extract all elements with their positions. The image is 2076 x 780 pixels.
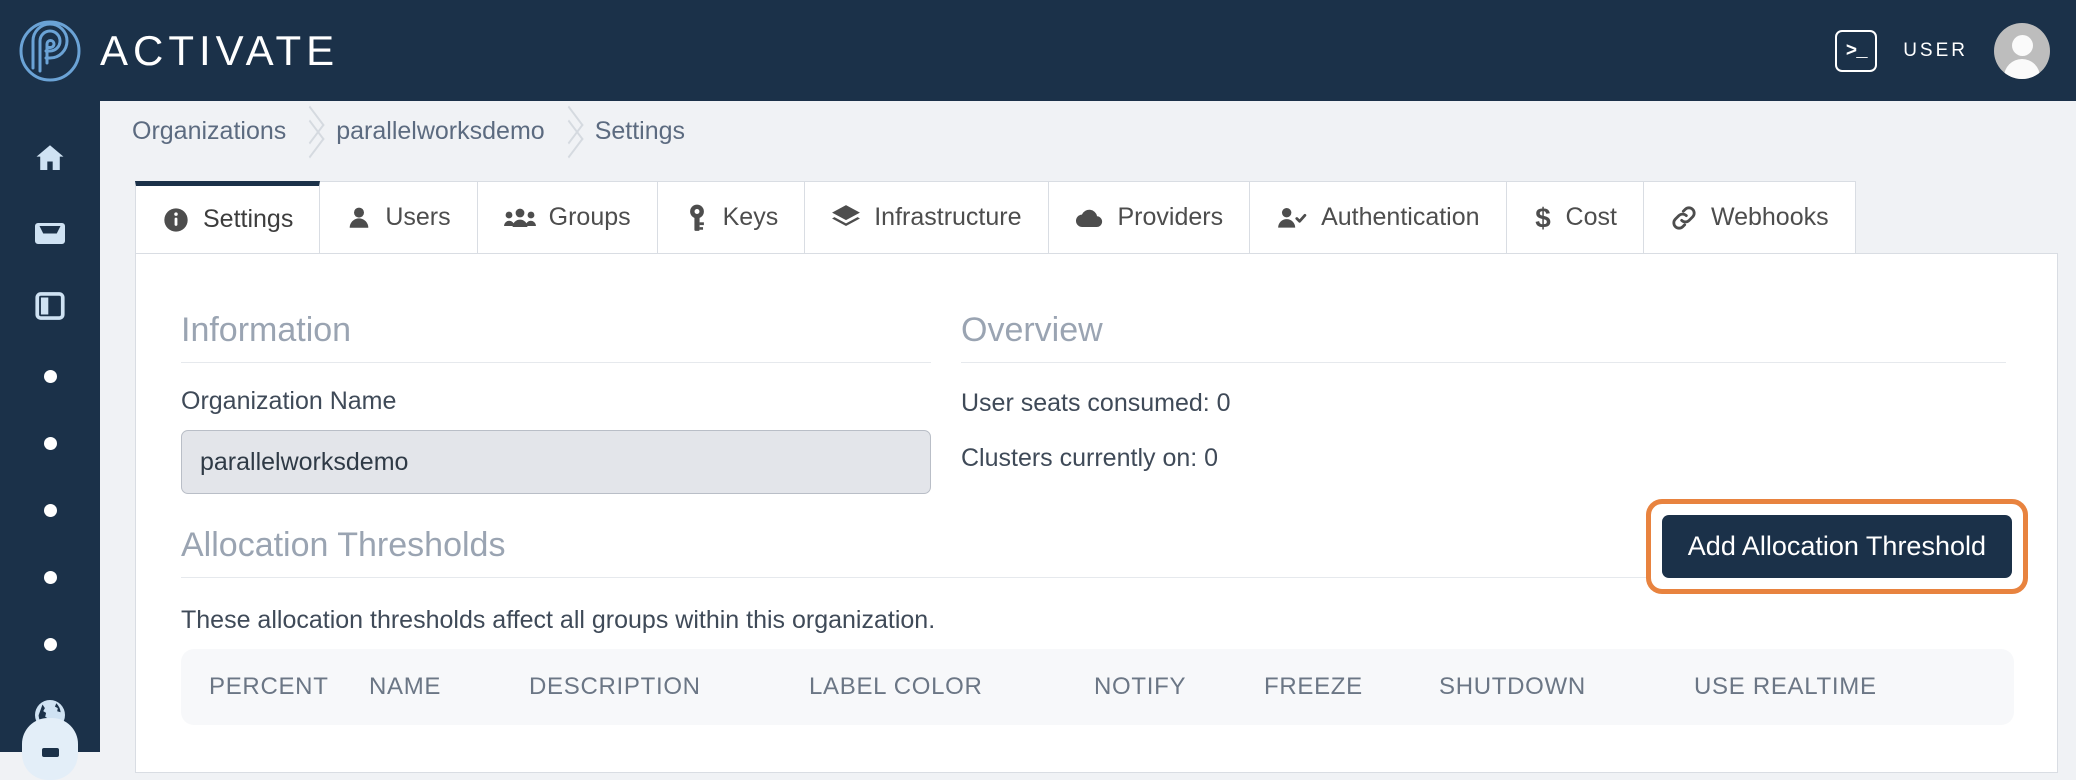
- tab-groups[interactable]: Groups: [477, 181, 658, 254]
- tab-label: Infrastructure: [874, 203, 1022, 231]
- column-header-notify[interactable]: NOTIFY: [1094, 673, 1264, 701]
- main-content: Organizations parallelworksdemo Settings…: [100, 101, 2076, 773]
- tab-label: Authentication: [1321, 203, 1480, 231]
- avatar[interactable]: [1994, 22, 2050, 79]
- info-circle-icon: [162, 206, 190, 234]
- sidebar-item-dot-1[interactable]: [0, 343, 100, 410]
- overview-heading: Overview: [961, 311, 2006, 363]
- breadcrumb-separator-icon: [545, 105, 591, 157]
- user-icon: [346, 205, 372, 231]
- column-header-description[interactable]: DESCRIPTION: [529, 673, 809, 701]
- add-allocation-threshold-button[interactable]: Add Allocation Threshold: [1661, 515, 2012, 578]
- dot-icon: [43, 504, 57, 518]
- column-header-label-color[interactable]: LABEL COLOR: [809, 673, 1094, 701]
- add-allocation-threshold-highlight: Add Allocation Threshold: [1645, 499, 2028, 594]
- header-actions: >_ USER: [1835, 22, 2050, 79]
- tab-settings[interactable]: Settings: [135, 181, 321, 254]
- column-header-name[interactable]: NAME: [369, 673, 529, 701]
- sidebar-item-inbox[interactable]: [0, 195, 100, 269]
- left-sidebar: [0, 101, 100, 780]
- bottom-pill-icon: [41, 748, 59, 757]
- tab-label: Settings: [203, 205, 294, 233]
- terminal-icon[interactable]: >_: [1835, 29, 1878, 72]
- dot-icon: [43, 637, 57, 651]
- dot-icon: [43, 370, 57, 384]
- tab-cost[interactable]: $ Cost: [1506, 181, 1644, 254]
- tab-label: Webhooks: [1710, 203, 1829, 231]
- tab-label: Providers: [1117, 203, 1224, 231]
- tab-label: Groups: [548, 203, 631, 231]
- sidebar-item-panel[interactable]: [0, 269, 100, 343]
- breadcrumb: Organizations parallelworksdemo Settings: [100, 101, 2076, 161]
- svg-text:$: $: [1535, 203, 1551, 233]
- home-icon: [36, 145, 64, 171]
- allocation-thresholds-description: These allocation thresholds affect all g…: [181, 606, 936, 634]
- column-header-shutdown[interactable]: SHUTDOWN: [1439, 673, 1694, 701]
- avatar-body: [2004, 58, 2040, 79]
- column-header-use-realtime[interactable]: USE REALTIME: [1694, 673, 1877, 701]
- dollar-icon: $: [1533, 203, 1553, 233]
- top-header: ACTIVATE >_ USER: [0, 0, 2076, 101]
- sidebar-item-dot-3[interactable]: [0, 477, 100, 544]
- tab-label: Users: [385, 203, 451, 231]
- tab-bar: Settings Users Groups Keys Infrastructur: [135, 181, 1863, 254]
- column-header-percent[interactable]: PERCENT: [209, 673, 369, 701]
- dot-icon: [43, 437, 57, 451]
- tab-users[interactable]: Users: [320, 181, 478, 254]
- user-label: USER: [1903, 39, 1968, 61]
- tab-infrastructure[interactable]: Infrastructure: [805, 181, 1049, 254]
- tab-authentication[interactable]: Authentication: [1250, 181, 1507, 254]
- organization-name-label: Organization Name: [181, 387, 397, 415]
- inbox-icon: [35, 223, 65, 245]
- sidebar-item-dot-4[interactable]: [0, 544, 100, 611]
- sidebar-item-dot-2[interactable]: [0, 410, 100, 477]
- overview-section: Overview User seats consumed: 0 Clusters…: [961, 311, 2006, 473]
- tab-label: Cost: [1565, 203, 1617, 231]
- sidebar-item-dot-5[interactable]: [0, 611, 100, 678]
- breadcrumb-item-settings: Settings: [594, 116, 686, 145]
- organization-name-input[interactable]: [181, 430, 931, 494]
- overview-user-seats: User seats consumed: 0: [961, 389, 1231, 417]
- overview-clusters-on: Clusters currently on: 0: [961, 444, 1219, 472]
- column-header-freeze[interactable]: FREEZE: [1264, 673, 1439, 701]
- allocation-thresholds-table-header: PERCENT NAME DESCRIPTION LABEL COLOR NOT…: [181, 649, 2014, 725]
- key-icon: [684, 204, 710, 232]
- user-check-icon: [1276, 205, 1308, 231]
- sidebar-item-bottom-active[interactable]: [22, 718, 78, 780]
- brand[interactable]: ACTIVATE: [18, 19, 339, 83]
- allocation-thresholds-heading: Allocation Thresholds: [181, 526, 506, 564]
- dot-icon: [43, 570, 57, 584]
- panel-icon: [35, 292, 65, 321]
- avatar-head: [2011, 34, 2033, 56]
- link-icon: [1670, 204, 1698, 232]
- spiral-fingerprint-logo: [19, 20, 81, 81]
- cloud-icon: [1075, 206, 1105, 230]
- information-section: Information Organization Name: [181, 311, 931, 494]
- tab-keys[interactable]: Keys: [657, 181, 806, 254]
- brand-name: ACTIVATE: [100, 26, 340, 74]
- terminal-glyph: >_: [1845, 39, 1868, 62]
- sidebar-item-home[interactable]: [0, 121, 100, 195]
- tab-label: Keys: [722, 203, 779, 231]
- tab-webhooks[interactable]: Webhooks: [1643, 181, 1856, 254]
- layers-icon: [831, 204, 861, 232]
- information-heading: Information: [181, 311, 931, 363]
- breadcrumb-item-parallelworksdemo[interactable]: parallelworksdemo: [332, 117, 544, 146]
- tab-providers[interactable]: Providers: [1048, 181, 1251, 254]
- users-group-icon: [503, 205, 536, 231]
- breadcrumb-item-organizations[interactable]: Organizations: [128, 117, 286, 146]
- settings-card: Information Organization Name Overview U…: [135, 253, 2058, 773]
- allocation-thresholds-section: Allocation Thresholds Add Allocation Thr…: [181, 499, 2028, 635]
- breadcrumb-separator-icon: [286, 105, 332, 157]
